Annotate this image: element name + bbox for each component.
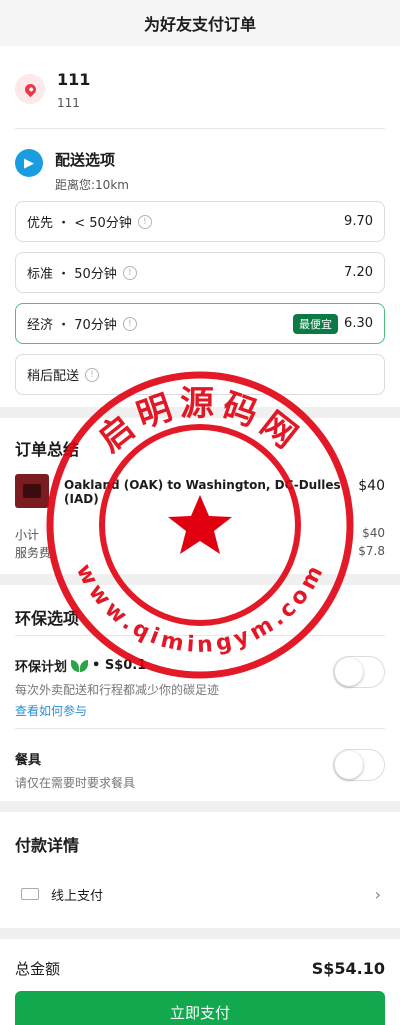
info-icon[interactable]: ! (85, 367, 100, 382)
cutlery-row: 餐具 请仅在需要时要求餐具 (15, 729, 385, 801)
fee-value: $7.8 (358, 544, 385, 558)
address-row[interactable]: 111 111 (15, 46, 385, 128)
info-icon[interactable]: ! (122, 265, 137, 280)
cheapest-badge: 最便宜 (293, 313, 339, 334)
info-icon[interactable]: ! (137, 214, 152, 229)
item-thumbnail (15, 474, 49, 508)
address-subtitle: 111 (57, 96, 80, 110)
subtotal-value: $40 (362, 526, 385, 540)
delivery-option-later[interactable]: 稍后配送 ! (15, 354, 385, 395)
payment-title: 付款详情 (15, 836, 80, 855)
fee-row: 服务费 $7.8 (15, 544, 385, 562)
payment-method-row[interactable]: 线上支付 › (15, 872, 385, 916)
cutlery-title: 餐具 (15, 753, 42, 768)
leaf-icon (71, 659, 80, 672)
payment-section: 付款详情 线上支付 › (0, 812, 400, 928)
eco-plan-row: 环保计划 • S$0.1 每次外卖配送和行程都减少你的碳足迹 查看如何参与 (15, 636, 385, 728)
truck-icon: ▶ (15, 149, 43, 177)
total-value: S$54.10 (311, 958, 385, 978)
option-price: 6.30 (344, 316, 373, 331)
order-item: Oakland (OAK) to Washington, DC-Dulles (… (15, 474, 385, 526)
total-row: 总金额 S$54.10 (15, 939, 385, 991)
option-label: 稍后配送 (27, 369, 80, 384)
eco-plan-desc: 每次外卖配送和行程都减少你的碳足迹 (15, 683, 220, 697)
eco-title: 环保选项 (15, 609, 80, 628)
page-header: 为好友支付订单 (0, 0, 400, 46)
fee-label: 服务费 (15, 546, 52, 560)
item-name: Oakland (OAK) to Washington, DC-Dulles (… (64, 478, 341, 506)
card-icon (21, 888, 39, 900)
option-label: 标准 ・ 50分钟 (27, 267, 117, 282)
eco-section: 环保选项 环保计划 • S$0.1 每次外卖配送和行程都减少你的碳足迹 查看如何… (0, 585, 400, 801)
location-pin-icon (15, 74, 45, 104)
delivery-option-priority[interactable]: 优先 ・ < 50分钟 ! 9.70 (15, 201, 385, 242)
address-title: 111 (57, 70, 91, 89)
page-title: 为好友支付订单 (143, 15, 256, 34)
cutlery-desc: 请仅在需要时要求餐具 (15, 776, 136, 790)
delivery-distance: 距离您:10km (55, 178, 129, 192)
cutlery-toggle[interactable] (333, 749, 385, 781)
eco-plan-title-row: 环保计划 • S$0.1 (15, 656, 219, 675)
eco-plan-toggle[interactable] (333, 656, 385, 688)
eco-plan-link[interactable]: 查看如何参与 (15, 702, 219, 719)
total-label: 总金额 (15, 959, 61, 978)
subtotal-row: 小计 $40 (15, 526, 385, 544)
delivery-title: 配送选项 (55, 151, 116, 169)
delivery-header: ▶ 配送选项 距离您:10km (15, 129, 385, 201)
footer: 总金额 S$54.10 立即支付 (0, 939, 400, 1025)
chevron-right-icon: › (374, 884, 381, 904)
eco-plan-title: 环保计划 (15, 660, 68, 675)
delivery-option-standard[interactable]: 标准 ・ 50分钟 ! 7.20 (15, 252, 385, 293)
option-price: 9.70 (344, 214, 373, 229)
option-price: 7.20 (344, 265, 373, 280)
delivery-option-economy[interactable]: 经济 ・ 70分钟 ! 最便宜 6.30 (15, 303, 385, 344)
order-summary-section: 订单总结 Oakland (OAK) to Washington, DC-Dul… (0, 418, 400, 574)
summary-title: 订单总结 (15, 440, 80, 459)
eco-plan-price: • S$0.1 (92, 658, 147, 673)
payment-method: 线上支付 (51, 888, 104, 904)
option-label: 经济 ・ 70分钟 (27, 318, 117, 333)
info-icon[interactable]: ! (122, 316, 137, 331)
option-label: 优先 ・ < 50分钟 (27, 216, 132, 231)
item-price: $40 (358, 478, 385, 494)
subtotal-label: 小计 (15, 528, 40, 542)
pay-now-button[interactable]: 立即支付 (15, 991, 385, 1025)
address-section: 111 111 ▶ 配送选项 距离您:10km 优先 ・ < 50分钟 ! 9.… (0, 46, 400, 407)
